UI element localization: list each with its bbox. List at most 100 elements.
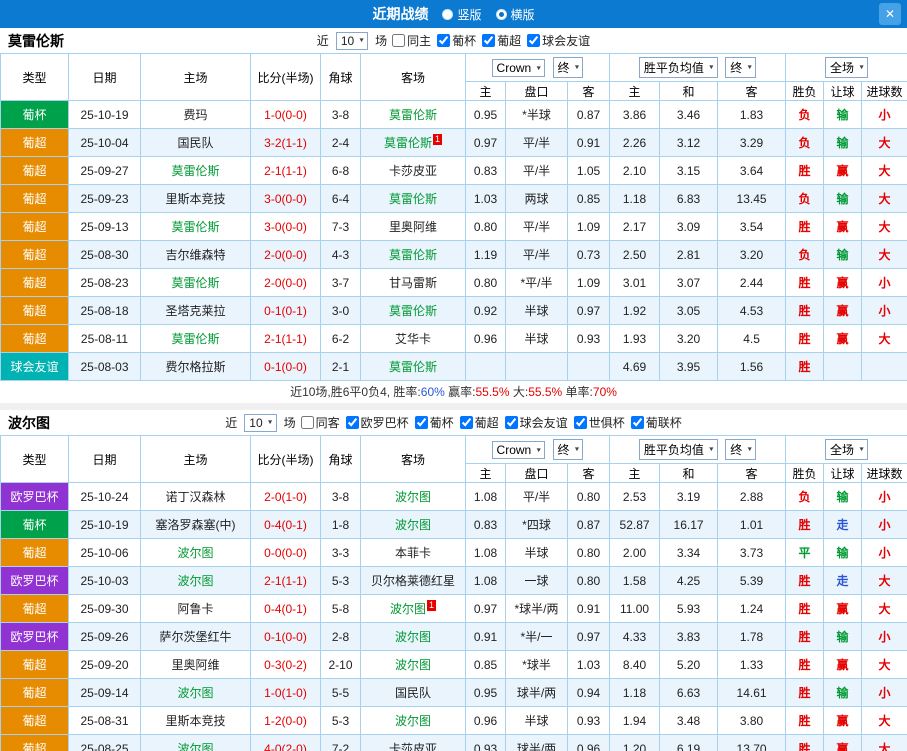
- final-avg-select[interactable]: 终 ▼: [725, 439, 757, 460]
- games-count-select[interactable]: 10 ▼: [335, 31, 369, 50]
- team-name[interactable]: 波尔图: [177, 546, 213, 560]
- team-name[interactable]: 波尔图: [395, 658, 431, 672]
- odds-away: 0.85: [566, 184, 611, 213]
- bookmaker-select[interactable]: Crown ▼: [491, 59, 546, 77]
- odds-home: 0.93: [465, 734, 506, 751]
- final-odds-select[interactable]: 终 ▼: [552, 57, 584, 78]
- competition-badge: 葡超: [0, 324, 69, 353]
- team-name[interactable]: 莫雷伦斯: [171, 164, 219, 178]
- filter-同客[interactable]: 同客: [300, 414, 340, 431]
- team-name[interactable]: 波尔图: [177, 686, 213, 700]
- team-name[interactable]: 吉尔维森特: [165, 248, 225, 262]
- corners: 5-5: [320, 678, 361, 707]
- close-button[interactable]: ✕: [879, 3, 901, 25]
- filter-checkbox[interactable]: [482, 34, 496, 47]
- team-name[interactable]: 莫雷伦斯: [389, 108, 437, 122]
- team-name[interactable]: 莫雷伦斯: [389, 192, 437, 206]
- competition-badge: 葡超: [0, 706, 69, 735]
- team-name[interactable]: 莫雷伦斯: [171, 276, 219, 290]
- team-name[interactable]: 里奥阿维: [389, 220, 437, 234]
- team-name[interactable]: 费玛: [183, 108, 207, 122]
- avg-away-odds: 1.01: [717, 510, 787, 539]
- filter-葡杯[interactable]: 葡杯: [437, 32, 476, 49]
- team-name[interactable]: 费尔格拉斯: [165, 360, 225, 374]
- filter-checkbox[interactable]: [527, 34, 541, 47]
- team-name[interactable]: 里斯本竞技: [165, 192, 225, 206]
- odds-home: 0.97: [465, 594, 506, 623]
- filter-欧罗巴杯[interactable]: 欧罗巴杯: [345, 414, 409, 431]
- team-name[interactable]: 圣塔克莱拉: [165, 304, 225, 318]
- corners: 5-3: [320, 566, 361, 595]
- filter-checkbox[interactable]: [630, 416, 644, 429]
- avg-odds-select[interactable]: 胜平负均值 ▼: [638, 439, 718, 460]
- result-goals: 大: [861, 706, 907, 735]
- team-name[interactable]: 卡莎皮亚: [389, 164, 437, 178]
- filter-葡联杯[interactable]: 葡联杯: [630, 414, 682, 431]
- filter-checkbox[interactable]: [300, 416, 314, 429]
- dropdown-arrow-icon: ▼: [858, 64, 865, 71]
- odds-handicap: *球半: [505, 650, 568, 679]
- team-name[interactable]: 莫雷伦斯: [389, 360, 437, 374]
- team-name[interactable]: 国民队: [395, 686, 431, 700]
- filter-checkbox[interactable]: [437, 34, 451, 47]
- radio-icon-vertical[interactable]: [442, 8, 454, 20]
- team-name[interactable]: 塞洛罗森塞(中): [156, 518, 236, 532]
- scope-select[interactable]: 全场 ▼: [825, 439, 868, 460]
- filter-葡超[interactable]: 葡超: [482, 32, 521, 49]
- col-away: 客场: [360, 53, 466, 101]
- scope-select[interactable]: 全场 ▼: [825, 57, 868, 78]
- filter-checkbox[interactable]: [459, 416, 473, 429]
- filter-checkbox[interactable]: [345, 416, 359, 429]
- team-section: 波尔图 近 10 ▼ 场 同客 欧罗巴杯 葡杯 葡超 球会友谊 世俱杯 葡联杯 类型: [0, 403, 907, 751]
- result-handicap: 输: [823, 100, 863, 129]
- avg-odds-select[interactable]: 胜平负均值 ▼: [638, 57, 718, 78]
- layout-vertical-option[interactable]: 竖版: [442, 6, 482, 23]
- team-name[interactable]: 贝尔格莱德红星: [371, 574, 455, 588]
- summary-segment: 赢率:: [444, 385, 476, 399]
- dropdown-arrow-icon: ▼: [707, 64, 715, 71]
- team-name[interactable]: 莫雷伦斯: [171, 220, 219, 234]
- team-name[interactable]: 萨尔茨堡红牛: [159, 630, 231, 644]
- team-name[interactable]: 莫雷伦斯: [384, 136, 432, 150]
- team-name[interactable]: 莫雷伦斯: [171, 332, 219, 346]
- layout-horizontal-option[interactable]: 横版: [495, 6, 535, 23]
- filter-checkbox[interactable]: [392, 34, 406, 47]
- final-avg-select[interactable]: 终 ▼: [725, 57, 757, 78]
- filter-同主[interactable]: 同主: [392, 32, 431, 49]
- filter-checkbox[interactable]: [504, 416, 518, 429]
- filter-checkbox[interactable]: [414, 416, 428, 429]
- team-name[interactable]: 国民队: [177, 136, 213, 150]
- away-team-cell: 甘马雷斯: [360, 268, 466, 297]
- team-name[interactable]: 波尔图: [395, 490, 431, 504]
- team-name[interactable]: 莫雷伦斯: [389, 304, 437, 318]
- filter-球会友谊[interactable]: 球会友谊: [527, 32, 590, 49]
- final-odds-select[interactable]: 终 ▼: [552, 439, 584, 460]
- filter-球会友谊[interactable]: 球会友谊: [504, 414, 568, 431]
- bookmaker-select[interactable]: Crown ▼: [491, 441, 546, 459]
- team-name[interactable]: 里奥阿维: [171, 658, 219, 672]
- team-name[interactable]: 波尔图: [395, 518, 431, 532]
- radio-icon-horizontal[interactable]: [495, 8, 507, 20]
- team-name[interactable]: 艾华卡: [395, 332, 431, 346]
- filter-葡杯[interactable]: 葡杯: [414, 414, 454, 431]
- games-count-select[interactable]: 10 ▼: [244, 413, 277, 432]
- team-name[interactable]: 波尔图: [395, 630, 431, 644]
- team-name[interactable]: 诺丁汉森林: [165, 490, 225, 504]
- team-name[interactable]: 甘马雷斯: [389, 276, 437, 290]
- team-name[interactable]: 波尔图: [390, 602, 426, 616]
- avg-home-odds: 1.94: [609, 706, 661, 735]
- match-date: 25-09-23: [68, 184, 141, 213]
- filter-checkbox[interactable]: [573, 416, 587, 429]
- avg-odds-value: 胜平负均值: [643, 61, 704, 75]
- team-name[interactable]: 里斯本竞技: [165, 714, 225, 728]
- filter-世俱杯[interactable]: 世俱杯: [573, 414, 625, 431]
- team-name[interactable]: 卡莎皮亚: [389, 742, 437, 751]
- team-name[interactable]: 波尔图: [177, 742, 213, 751]
- team-name[interactable]: 波尔图: [395, 714, 431, 728]
- result-handicap: [823, 352, 863, 381]
- team-name[interactable]: 波尔图: [177, 574, 213, 588]
- team-name[interactable]: 莫雷伦斯: [389, 248, 437, 262]
- filter-葡超[interactable]: 葡超: [459, 414, 499, 431]
- team-name[interactable]: 本菲卡: [395, 546, 431, 560]
- team-name[interactable]: 阿鲁卡: [177, 602, 213, 616]
